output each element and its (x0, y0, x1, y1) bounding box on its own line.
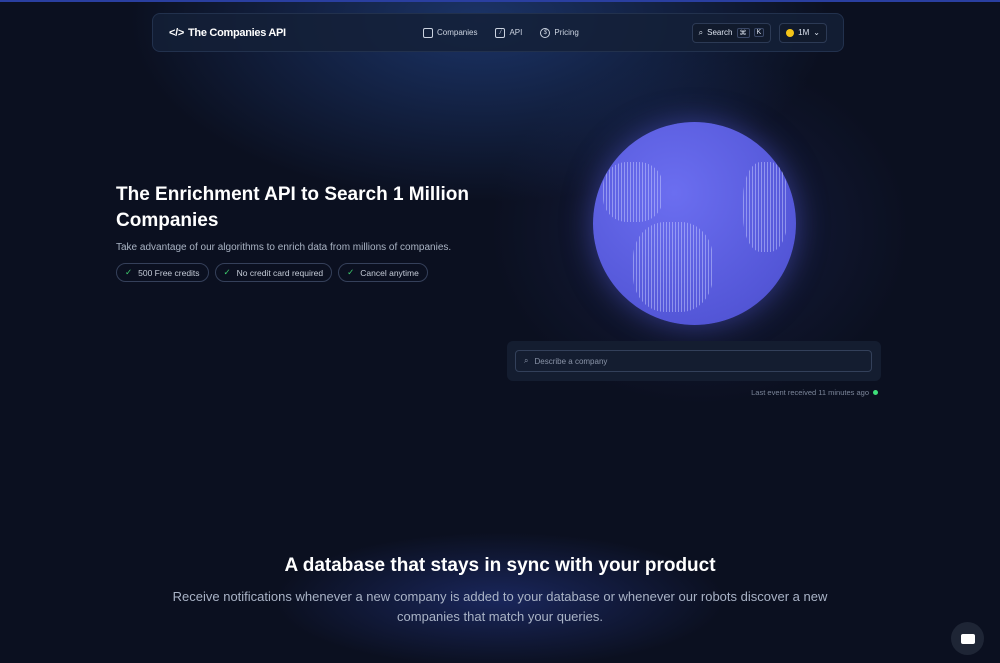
logo[interactable]: </> The Companies API (169, 27, 286, 39)
status-dot-icon (873, 390, 878, 395)
coin-icon (786, 28, 795, 37)
chat-button[interactable] (951, 622, 984, 655)
search-panel: ⌕ Describe a company (507, 341, 881, 381)
landmass (743, 162, 788, 252)
chat-icon (960, 633, 975, 644)
landmass (603, 162, 663, 222)
search-icon: ⌕ (524, 356, 529, 365)
nav-api[interactable]: / API (495, 27, 522, 38)
code-icon: / (495, 27, 506, 38)
kbd-cmd: ⌘ (736, 27, 750, 38)
check-icon: ✓ (223, 267, 231, 277)
section-text: Receive notifications whenever a new com… (172, 589, 828, 624)
section-title: A database that stays in sync with your … (284, 555, 716, 576)
search-icon: ⌕ (698, 27, 704, 37)
globe-visualization (593, 122, 796, 325)
dollar-icon: $ (540, 27, 551, 38)
check-icon: ✓ (125, 267, 133, 277)
logo-icon: </> (169, 26, 185, 39)
pill-free-credits: ✓ 500 Free credits (116, 263, 209, 282)
hero-title: The Enrichment API to Search 1 Million C… (116, 184, 469, 231)
landmass (633, 222, 713, 312)
building-icon (423, 27, 433, 38)
nav-companies[interactable]: Companies (423, 27, 477, 38)
credits-dropdown[interactable]: 1M ⌄ (779, 22, 827, 43)
search-button[interactable]: ⌕ Search ⌘ K (691, 22, 772, 43)
pill-cancel: ✓ Cancel anytime (338, 263, 428, 282)
kbd-k: K (753, 28, 765, 37)
hero-subtitle: Take advantage of our algorithms to enri… (116, 242, 452, 253)
chevron-down-icon: ⌄ (813, 28, 820, 37)
check-icon: ✓ (347, 267, 355, 277)
describe-company-input[interactable]: ⌕ Describe a company (515, 350, 872, 372)
pill-no-card: ✓ No credit card required (214, 263, 333, 282)
last-event-status: Last event received 11 minutes ago (751, 388, 878, 397)
nav-pricing[interactable]: $ Pricing (540, 27, 579, 38)
top-navbar: </> The Companies API Companies / API $ Pri… (152, 13, 844, 52)
